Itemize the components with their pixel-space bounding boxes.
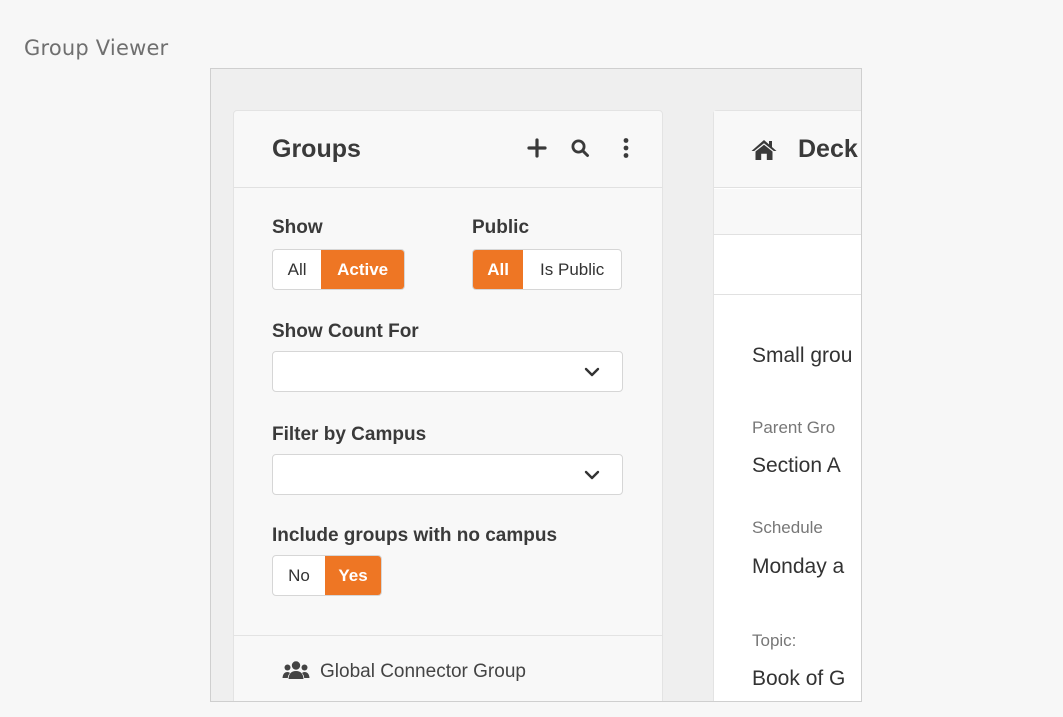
group-detail-panel: Deck Small grou Parent Gro Section A Sch… bbox=[713, 110, 861, 701]
show-count-for-label: Show Count For bbox=[272, 321, 419, 342]
include-no-campus-label: Include groups with no campus bbox=[272, 525, 558, 546]
detail-sub-strip bbox=[714, 235, 861, 295]
groups-panel-title: Groups bbox=[272, 135, 361, 163]
public-option-is-public[interactable]: Is Public bbox=[523, 250, 621, 289]
include-no-campus-option-no[interactable]: No bbox=[273, 556, 325, 595]
public-option-all[interactable]: All bbox=[473, 250, 524, 289]
panel-divider bbox=[234, 635, 662, 636]
group-detail-header: Deck bbox=[714, 111, 861, 188]
kebab-menu-icon[interactable] bbox=[615, 135, 637, 161]
public-toggle: All Is Public bbox=[472, 249, 622, 290]
field-label: Schedule bbox=[752, 518, 823, 537]
public-label: Public bbox=[472, 217, 530, 238]
tree-item[interactable]: Global Connector Group bbox=[282, 660, 526, 684]
show-count-for-select[interactable] bbox=[272, 351, 623, 392]
field-value: Section A bbox=[752, 454, 841, 477]
users-icon bbox=[282, 660, 310, 684]
filter-by-campus-label: Filter by Campus bbox=[272, 424, 427, 445]
page-caption: Group Viewer bbox=[24, 36, 169, 60]
field-label: Topic: bbox=[752, 631, 797, 650]
show-toggle: All Active bbox=[272, 249, 405, 290]
screenshot-frame: Groups Show All Active Public All Is Pub… bbox=[210, 68, 862, 702]
plus-icon[interactable] bbox=[526, 135, 548, 161]
groups-panel-header: Groups bbox=[234, 111, 662, 188]
filter-by-campus-select[interactable] bbox=[272, 454, 623, 495]
chevron-down-icon bbox=[584, 467, 600, 487]
field-value: Monday a bbox=[752, 555, 845, 578]
tree-item-label: Global Connector Group bbox=[320, 661, 526, 682]
group-description: Small grou bbox=[752, 344, 853, 367]
chevron-down-icon bbox=[584, 364, 600, 384]
detail-tab-strip bbox=[714, 189, 861, 235]
group-detail-title: Deck bbox=[798, 135, 858, 163]
search-icon[interactable] bbox=[569, 135, 591, 161]
show-option-active[interactable]: Active bbox=[321, 250, 404, 289]
show-label: Show bbox=[272, 217, 323, 238]
include-no-campus-toggle: No Yes bbox=[272, 555, 382, 596]
field-label: Parent Gro bbox=[752, 418, 836, 437]
home-icon bbox=[750, 138, 778, 166]
groups-panel: Groups Show All Active Public All Is Pub… bbox=[233, 110, 663, 701]
include-no-campus-option-yes[interactable]: Yes bbox=[325, 556, 381, 595]
field-value: Book of G bbox=[752, 667, 846, 690]
show-option-all[interactable]: All bbox=[273, 250, 321, 289]
